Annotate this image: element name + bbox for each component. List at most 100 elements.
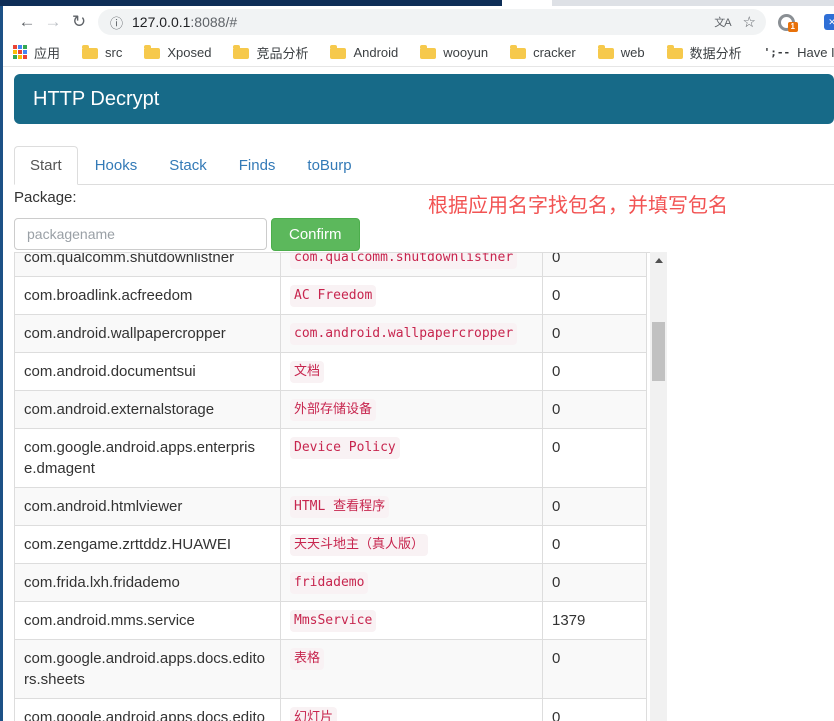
forward-icon[interactable]: → bbox=[40, 12, 66, 32]
cell-app-name: HTML 查看程序 bbox=[280, 488, 542, 525]
bookmark-folder[interactable]: web bbox=[598, 43, 645, 62]
table-row: com.android.htmlviewer HTML 查看程序 0 bbox=[15, 488, 646, 526]
cell-app-name: 外部存储设备 bbox=[280, 391, 542, 428]
cell-count: 0 bbox=[542, 315, 646, 352]
folder-icon bbox=[420, 48, 436, 59]
folder-icon bbox=[510, 48, 526, 59]
url-text[interactable]: 127.0.0.1:8088/# bbox=[132, 14, 708, 30]
table-row: com.qualcomm.shutdownlistner com.qualcom… bbox=[15, 252, 646, 277]
folder-icon bbox=[667, 48, 683, 59]
table-row: com.zengame.zrttddz.HUAWEI 天天斗地主（真人版） 0 bbox=[15, 526, 646, 564]
app-name-chip: 表格 bbox=[290, 648, 324, 670]
window-left-border bbox=[0, 6, 3, 721]
cell-count: 1379 bbox=[542, 602, 646, 639]
app-name-chip: fridademo bbox=[290, 572, 368, 594]
bookmark-star-icon[interactable]: ☆ bbox=[743, 13, 756, 31]
cell-count: 0 bbox=[542, 699, 646, 721]
cell-count: 0 bbox=[542, 488, 646, 525]
apps-shortcut[interactable]: 应用 bbox=[13, 43, 60, 62]
scrollbar-up-button[interactable] bbox=[650, 252, 667, 269]
browser-toolbar: ← → ↻ ⓘ 127.0.0.1:8088/# 文A ☆ 1 ✕ bbox=[0, 6, 834, 38]
cell-app-name: Device Policy bbox=[280, 429, 542, 487]
bookmarks-bar: 应用 src Xposed 竞品分析 Android wooyun cracke… bbox=[0, 38, 834, 67]
cell-app-name: 表格 bbox=[280, 640, 542, 698]
table-row: com.frida.lxh.fridademo fridademo 0 bbox=[15, 564, 646, 602]
app-name-chip: com.qualcomm.shutdownlistner bbox=[290, 252, 517, 269]
bookmark-label: 数据分析 bbox=[690, 43, 742, 62]
bookmark-label: cracker bbox=[533, 45, 576, 60]
tab-list: Start Hooks Stack Finds toBurp bbox=[14, 148, 834, 184]
cell-count: 0 bbox=[542, 640, 646, 698]
cell-package-id: com.google.android.apps.enterprise.dmage… bbox=[15, 429, 280, 487]
cell-app-name: MmsService bbox=[280, 602, 542, 639]
table-scrollbar[interactable] bbox=[650, 252, 667, 721]
tab-hooks[interactable]: Hooks bbox=[80, 147, 153, 184]
bookmark-label: Xposed bbox=[167, 45, 211, 60]
bookmark-folder[interactable]: cracker bbox=[510, 43, 576, 62]
confirm-button[interactable]: Confirm bbox=[271, 218, 360, 251]
cell-package-id: com.qualcomm.shutdownlistner bbox=[15, 252, 280, 276]
app-name-chip: AC Freedom bbox=[290, 285, 376, 307]
bookmark-folder[interactable]: 数据分析 bbox=[667, 43, 742, 62]
pwned-favicon: ';-- bbox=[764, 46, 791, 59]
apps-label: 应用 bbox=[34, 43, 60, 62]
package-table-body: com.qualcomm.shutdownlistner com.qualcom… bbox=[14, 252, 647, 721]
package-input[interactable] bbox=[14, 218, 267, 250]
pwned-bookmark[interactable]: ';-- Have I been pwn bbox=[764, 45, 834, 60]
app-name-chip: com.android.wallpapercropper bbox=[290, 323, 517, 345]
folder-icon bbox=[233, 48, 249, 59]
table-row: com.android.mms.service MmsService 1379 bbox=[15, 602, 646, 640]
page-info-icon[interactable]: ⓘ bbox=[110, 13, 123, 32]
extension-icon[interactable]: 1 bbox=[778, 14, 795, 31]
app-name-chip: 文档 bbox=[290, 361, 324, 383]
package-label: Package: bbox=[14, 189, 77, 206]
table-row: com.android.externalstorage 外部存储设备 0 bbox=[15, 391, 646, 429]
cell-package-id: com.android.wallpapercropper bbox=[15, 315, 280, 352]
bookmark-label: src bbox=[105, 45, 122, 60]
bookmark-folder[interactable]: Xposed bbox=[144, 43, 211, 62]
bookmark-folder[interactable]: 竞品分析 bbox=[233, 43, 308, 62]
url-rest: :8088/# bbox=[190, 14, 237, 30]
table-row: com.google.android.apps.docs.editors.sli… bbox=[15, 699, 646, 721]
bookmark-label: wooyun bbox=[443, 45, 488, 60]
table-row: com.android.documentsui 文档 0 bbox=[15, 353, 646, 391]
cell-count: 0 bbox=[542, 252, 646, 276]
bookmark-folder[interactable]: Android bbox=[330, 43, 398, 62]
hint-text: 根据应用名字找包名，并填写包名 bbox=[428, 189, 728, 218]
table-row: com.broadlink.acfreedom AC Freedom 0 bbox=[15, 277, 646, 315]
cell-app-name: 文档 bbox=[280, 353, 542, 390]
extension-x-icon[interactable]: ✕ bbox=[824, 14, 834, 30]
tab-toburp[interactable]: toBurp bbox=[292, 147, 366, 184]
package-table: com.qualcomm.shutdownlistner com.qualcom… bbox=[14, 252, 667, 721]
cell-app-name: fridademo bbox=[280, 564, 542, 601]
table-row: com.android.wallpapercropper com.android… bbox=[15, 315, 646, 353]
bookmark-folder[interactable]: wooyun bbox=[420, 43, 488, 62]
cell-package-id: com.android.htmlviewer bbox=[15, 488, 280, 525]
apps-grid-icon bbox=[13, 45, 27, 59]
bookmark-label: 竞品分析 bbox=[256, 43, 308, 62]
omnibox[interactable]: ⓘ 127.0.0.1:8088/# 文A ☆ bbox=[98, 9, 766, 35]
app-header: HTTP Decrypt bbox=[14, 74, 834, 124]
tab-finds[interactable]: Finds bbox=[224, 147, 291, 184]
folder-icon bbox=[144, 48, 160, 59]
tab-stack[interactable]: Stack bbox=[154, 147, 222, 184]
reload-icon[interactable]: ↻ bbox=[66, 12, 92, 32]
cell-package-id: com.google.android.apps.docs.editors.she… bbox=[15, 640, 280, 698]
bookmark-label: Android bbox=[353, 45, 398, 60]
bookmarks-folders: src Xposed 竞品分析 Android wooyun cracker w… bbox=[82, 43, 742, 62]
table-row: com.google.android.apps.enterprise.dmage… bbox=[15, 429, 646, 488]
cell-count: 0 bbox=[542, 391, 646, 428]
app-name-chip: 外部存储设备 bbox=[290, 399, 376, 421]
extension-badge: 1 bbox=[788, 22, 798, 32]
tab-bar: Start Hooks Stack Finds toBurp bbox=[14, 148, 834, 185]
scrollbar-thumb[interactable] bbox=[652, 322, 665, 381]
bookmark-folder[interactable]: src bbox=[82, 43, 122, 62]
back-icon[interactable]: ← bbox=[14, 12, 40, 32]
tab-start[interactable]: Start bbox=[14, 146, 78, 185]
cell-package-id: com.frida.lxh.fridademo bbox=[15, 564, 280, 601]
folder-icon bbox=[330, 48, 346, 59]
page-content: HTTP Decrypt Start Hooks Stack Finds toB… bbox=[3, 68, 834, 721]
translate-icon[interactable]: 文A bbox=[714, 14, 730, 30]
cell-package-id: com.android.documentsui bbox=[15, 353, 280, 390]
cell-count: 0 bbox=[542, 429, 646, 487]
